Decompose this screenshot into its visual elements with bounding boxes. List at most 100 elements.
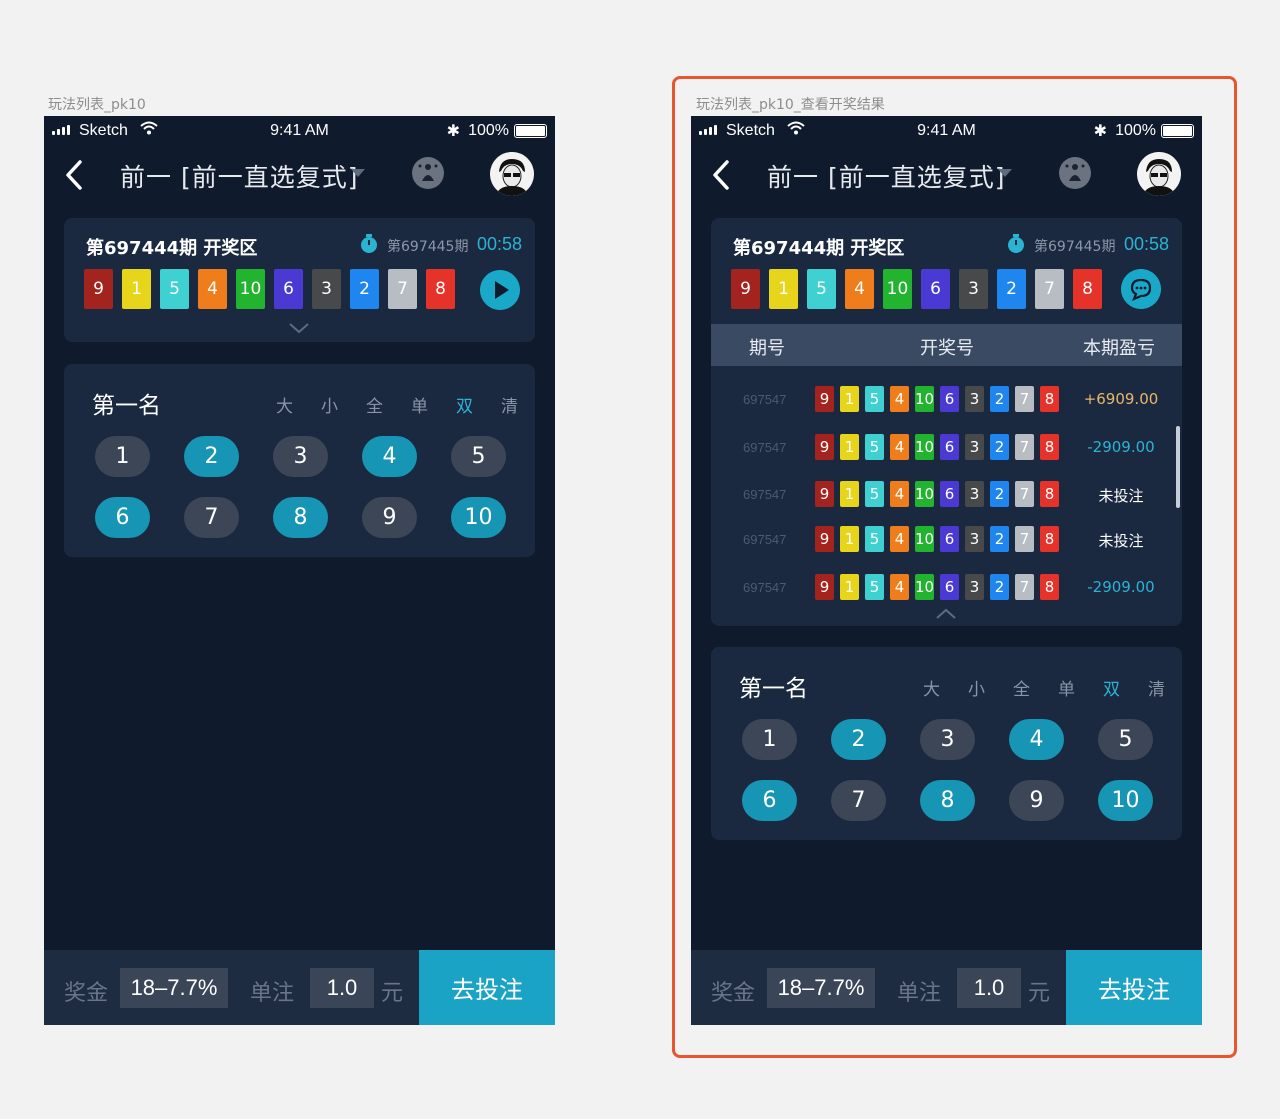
play-icon[interactable]: [480, 270, 520, 310]
unit-input[interactable]: 1.0: [957, 968, 1021, 1008]
number-button-6[interactable]: 6: [95, 497, 150, 538]
result-ball: 9: [815, 481, 834, 507]
filter-small[interactable]: 小: [954, 675, 999, 700]
filter-odd[interactable]: 单: [1044, 675, 1089, 700]
number-button-3[interactable]: 3: [920, 719, 975, 760]
prize-select[interactable]: 18–7.7%: [767, 968, 875, 1008]
number-button-1[interactable]: 1: [95, 436, 150, 477]
caret-down-icon[interactable]: [351, 169, 365, 177]
result-ball: 1: [840, 434, 859, 460]
filter-big[interactable]: 大: [262, 392, 307, 417]
help-icon[interactable]: [412, 157, 444, 189]
number-button-4[interactable]: 4: [1009, 719, 1064, 760]
result-ball: 4: [890, 481, 909, 507]
chevron-left-icon[interactable]: [62, 158, 86, 192]
help-icon[interactable]: [1059, 157, 1091, 189]
artboard-label-list: 玩法列表_pk10: [48, 97, 146, 113]
result-ball: 6: [921, 269, 950, 309]
result-ball: 10: [915, 481, 934, 507]
page-title[interactable]: 前一 [前一直选复式]: [120, 158, 358, 194]
result-ball: 7: [1015, 434, 1034, 460]
timer-icon: [361, 234, 377, 253]
result-ball: 4: [845, 269, 874, 309]
number-button-6[interactable]: 6: [742, 780, 797, 821]
history-row[interactable]: 697547 9 1 5 4 10 6 3 2 7 8 未投注: [711, 479, 1182, 509]
battery-icon: [514, 124, 547, 138]
filter-even[interactable]: 双: [1089, 675, 1134, 700]
history-profit: 未投注: [1098, 487, 1144, 505]
number-button-8[interactable]: 8: [920, 780, 975, 821]
number-button-5[interactable]: 5: [1098, 719, 1153, 760]
number-button-4[interactable]: 4: [362, 436, 417, 477]
history-row[interactable]: 697547 9 1 5 4 10 6 3 2 7 8 +6909.00: [711, 384, 1182, 414]
number-button-10[interactable]: 10: [451, 497, 506, 538]
history-row[interactable]: 697547 9 1 5 4 10 6 3 2 7 8 -2909.00: [711, 572, 1182, 602]
result-ball: 4: [890, 386, 909, 412]
filter-clear[interactable]: 清: [487, 392, 532, 417]
bet-button[interactable]: 去投注: [1066, 950, 1202, 1025]
result-ball: 9: [815, 434, 834, 460]
chat-icon[interactable]: [1121, 269, 1161, 309]
result-ball: 7: [388, 269, 417, 309]
battery-icon: [1161, 124, 1194, 138]
result-ball: 6: [940, 386, 959, 412]
history-balls: 9 1 5 4 10 6 3 2 7 8: [815, 386, 1059, 412]
quick-filters: 大 小 全 单 双 清: [262, 392, 532, 417]
draw-title: 第697444期 开奖区: [733, 238, 905, 259]
unit-label: 单注: [897, 981, 942, 1006]
bet-button[interactable]: 去投注: [419, 950, 555, 1025]
filter-small[interactable]: 小: [307, 392, 352, 417]
history-balls: 9 1 5 4 10 6 3 2 7 8: [815, 526, 1059, 552]
result-ball: 1: [840, 574, 859, 600]
number-button-3[interactable]: 3: [273, 436, 328, 477]
filter-big[interactable]: 大: [909, 675, 954, 700]
filter-clear[interactable]: 清: [1134, 675, 1179, 700]
number-button-5[interactable]: 5: [451, 436, 506, 477]
result-ball: 10: [915, 574, 934, 600]
history-balls: 9 1 5 4 10 6 3 2 7 8: [815, 574, 1059, 600]
avatar[interactable]: [490, 152, 534, 196]
result-ball: 5: [865, 526, 884, 552]
result-ball: 2: [990, 481, 1009, 507]
draw-balls: 9 1 5 4 10 6 3 2 7 8: [731, 269, 1102, 309]
filter-all[interactable]: 全: [352, 392, 397, 417]
draw-card-expanded: 第697444期 开奖区 第697445期 00:58 9 1 5 4 10 6 3 2 7 8 …: [711, 218, 1182, 626]
filter-all[interactable]: 全: [999, 675, 1044, 700]
history-profit: +6909.00: [1083, 390, 1159, 408]
chevron-up-icon[interactable]: [935, 608, 957, 620]
draw-balls: 9 1 5 4 10 6 3 2 7 8: [84, 269, 455, 309]
number-button-2[interactable]: 2: [184, 436, 239, 477]
number-button-1[interactable]: 1: [742, 719, 797, 760]
chevron-down-icon[interactable]: [288, 322, 310, 334]
avatar[interactable]: [1137, 152, 1181, 196]
history-balls: 9 1 5 4 10 6 3 2 7 8: [815, 481, 1059, 507]
pick-card: 第一名 大 小 全 单 双 清 1 2 3 4 5 6 7 8 9 10: [711, 647, 1182, 840]
result-ball: 3: [312, 269, 341, 309]
result-ball: 10: [915, 434, 934, 460]
unit-input[interactable]: 1.0: [310, 968, 374, 1008]
prize-select[interactable]: 18–7.7%: [120, 968, 228, 1008]
result-ball: 7: [1035, 269, 1064, 309]
filter-odd[interactable]: 单: [397, 392, 442, 417]
number-button-7[interactable]: 7: [184, 497, 239, 538]
history-period: 697547: [743, 392, 787, 407]
result-ball: 1: [122, 269, 151, 309]
nav-bar: 前一 [前一直选复式]: [691, 146, 1202, 206]
caret-down-icon[interactable]: [998, 169, 1012, 177]
filter-even[interactable]: 双: [442, 392, 487, 417]
page-title[interactable]: 前一 [前一直选复式]: [767, 158, 1005, 194]
result-ball: 3: [965, 434, 984, 460]
history-row[interactable]: 697547 9 1 5 4 10 6 3 2 7 8 -2909.00: [711, 432, 1182, 462]
result-ball: 9: [815, 526, 834, 552]
number-button-9[interactable]: 9: [362, 497, 417, 538]
number-button-10[interactable]: 10: [1098, 780, 1153, 821]
number-button-8[interactable]: 8: [273, 497, 328, 538]
chevron-left-icon[interactable]: [709, 158, 733, 192]
number-button-2[interactable]: 2: [831, 719, 886, 760]
number-button-7[interactable]: 7: [831, 780, 886, 821]
result-ball: 5: [865, 481, 884, 507]
history-period: 697547: [743, 580, 787, 595]
history-row[interactable]: 697547 9 1 5 4 10 6 3 2 7 8 未投注: [711, 524, 1182, 554]
history-scrollbar[interactable]: [1176, 426, 1180, 508]
number-button-9[interactable]: 9: [1009, 780, 1064, 821]
